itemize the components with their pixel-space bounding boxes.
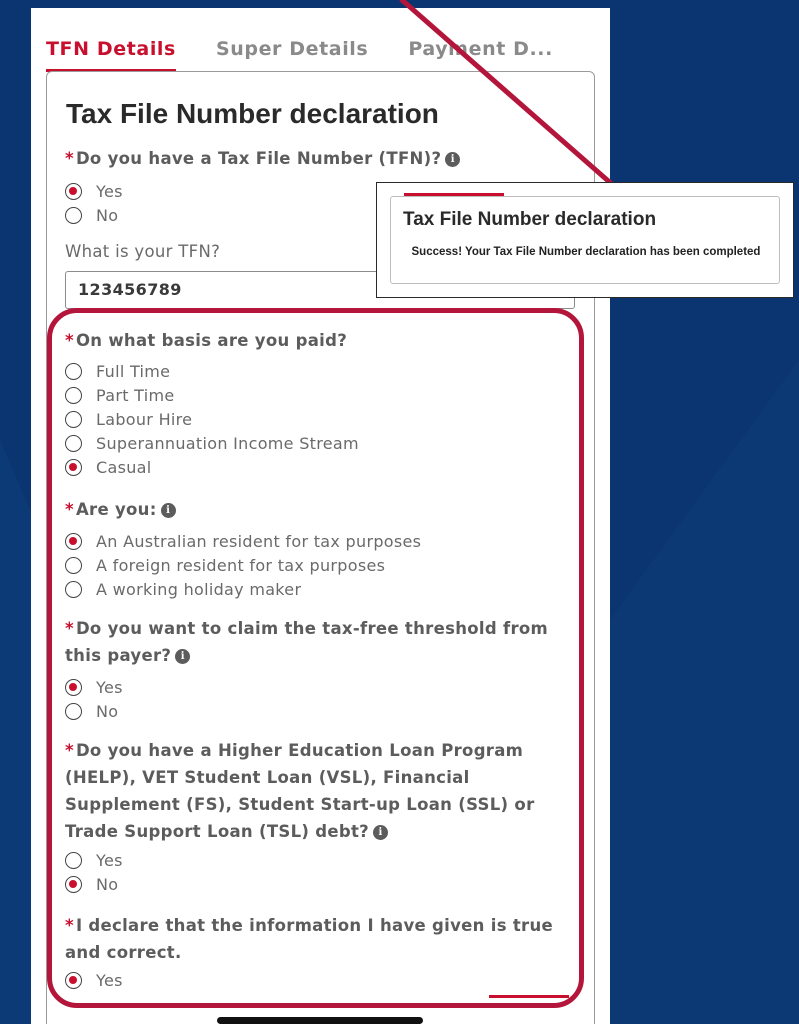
radio-button[interactable] <box>65 851 82 869</box>
radio-button[interactable] <box>65 386 82 404</box>
question-residency: * Are you: i <box>65 496 575 523</box>
toast-accent-bar <box>404 193 504 196</box>
tab-bar: TFN Details Super Details Payment D... <box>31 8 610 72</box>
info-icon[interactable]: i <box>160 503 176 518</box>
success-toast: Tax File Number declaration Success! You… <box>376 182 794 298</box>
tab-tfn-details[interactable]: TFN Details <box>46 38 176 72</box>
radio-button[interactable] <box>65 410 82 428</box>
radio-button[interactable] <box>65 206 82 224</box>
required-marker: * <box>65 331 74 350</box>
radio-button-selected[interactable] <box>65 678 82 696</box>
info-icon[interactable]: i <box>373 825 389 840</box>
form-title: Tax File Number declaration <box>66 98 439 129</box>
radio-option-part-time[interactable]: Part Time <box>65 383 175 407</box>
info-icon[interactable]: i <box>175 649 191 664</box>
phone-screen: TFN Details Super Details Payment D... T… <box>31 8 610 1024</box>
radio-button-selected[interactable] <box>65 971 82 989</box>
radio-option-has-tfn-yes[interactable]: Yes <box>65 179 123 203</box>
radio-button-selected[interactable] <box>65 182 82 200</box>
radio-button-selected[interactable] <box>65 532 82 550</box>
question-has-tfn: * Do you have a Tax File Number (TFN)? i <box>65 145 575 172</box>
required-marker: * <box>65 500 74 519</box>
tab-payment-details[interactable]: Payment D... <box>408 38 553 72</box>
radio-button[interactable] <box>65 556 82 574</box>
radio-option-help-yes[interactable]: Yes <box>65 848 123 872</box>
radio-option-declare-yes[interactable]: Yes <box>65 968 123 992</box>
radio-button[interactable] <box>65 580 82 598</box>
required-marker: * <box>65 916 74 935</box>
radio-option-threshold-yes[interactable]: Yes <box>65 675 123 699</box>
radio-button[interactable] <box>65 702 82 720</box>
question-declaration: * I declare that the information I have g… <box>65 916 554 962</box>
toast-card: Tax File Number declaration Success! You… <box>390 193 780 284</box>
radio-option-threshold-no[interactable]: No <box>65 699 118 723</box>
tfn-field-label: What is your TFN? <box>65 242 221 261</box>
radio-option-full-time[interactable]: Full Time <box>65 359 170 383</box>
radio-option-casual[interactable]: Casual <box>65 455 152 479</box>
accent-underline <box>489 995 569 998</box>
required-marker: * <box>65 619 74 638</box>
radio-option-help-no[interactable]: No <box>65 872 118 896</box>
tab-super-details[interactable]: Super Details <box>216 38 368 72</box>
radio-button[interactable] <box>65 434 82 452</box>
radio-option-has-tfn-no[interactable]: No <box>65 203 118 227</box>
required-marker: * <box>65 741 74 760</box>
radio-option-working-holiday[interactable]: A working holiday maker <box>65 577 301 601</box>
toast-title: Tax File Number declaration <box>403 209 657 230</box>
radio-button-selected[interactable] <box>65 875 82 893</box>
radio-option-labour-hire[interactable]: Labour Hire <box>65 407 192 431</box>
radio-button-selected[interactable] <box>65 458 82 476</box>
question-pay-basis: * On what basis are you paid? <box>65 331 348 350</box>
question-tax-free-threshold: * Do you want to claim the tax-free thres… <box>65 619 549 665</box>
radio-option-super-income-stream[interactable]: Superannuation Income Stream <box>65 431 359 455</box>
home-indicator <box>217 1017 423 1024</box>
radio-option-australian-resident[interactable]: An Australian resident for tax purposes <box>65 529 421 553</box>
radio-option-foreign-resident[interactable]: A foreign resident for tax purposes <box>65 553 385 577</box>
info-icon[interactable]: i <box>445 152 461 167</box>
toast-message: Success! Your Tax File Number declaratio… <box>411 246 761 258</box>
required-marker: * <box>65 149 74 168</box>
question-help-debt: * Do you have a Higher Education Loan Pro… <box>65 741 535 841</box>
radio-button[interactable] <box>65 362 82 380</box>
